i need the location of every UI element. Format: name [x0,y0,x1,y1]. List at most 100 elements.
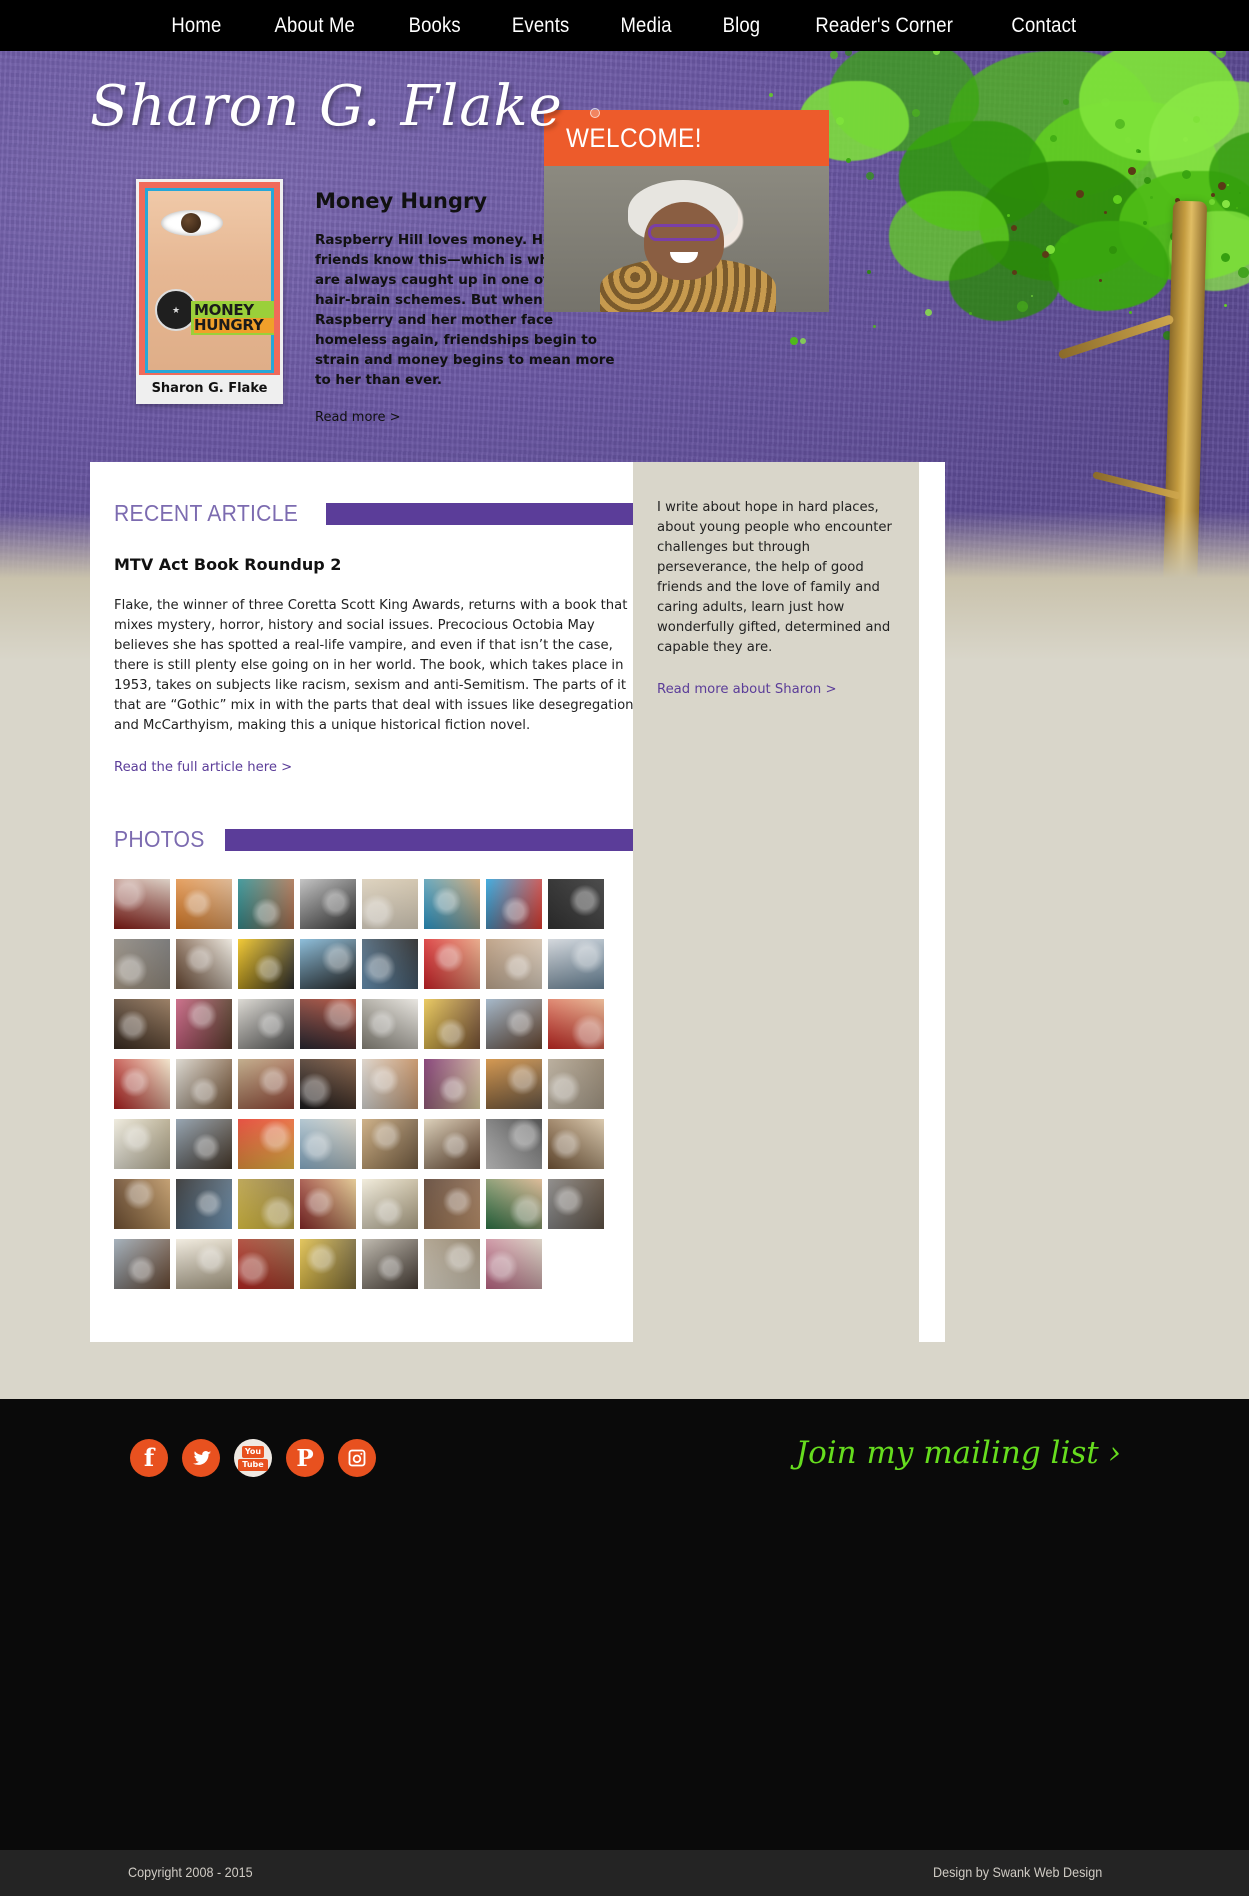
photo-typewriter[interactable] [238,999,294,1049]
feature-read-more-link[interactable]: Read more > [315,410,401,425]
pinterest-icon[interactable]: P [286,1439,324,1477]
photo-youth-group[interactable] [176,1179,232,1229]
nav-item-about-me[interactable]: About Me [255,0,374,51]
photo-laptop-sign[interactable] [486,1119,542,1169]
photo-sign-hope[interactable] [424,1059,480,1109]
photo-lighthouse[interactable] [300,1119,356,1169]
photo-author-speaking[interactable] [300,999,356,1049]
photo-author-pink-dress[interactable] [486,1239,542,1289]
photo-girl-with-book[interactable] [176,879,232,929]
photo-smiling-teen[interactable] [424,1179,480,1229]
nav-item-home[interactable]: Home [152,0,241,51]
photo-letter-page[interactable] [176,1239,232,1289]
photo-bookstore-event[interactable] [548,1119,604,1169]
photo-handheld-note[interactable] [362,1179,418,1229]
photo-author-portrait[interactable] [362,999,418,1049]
photo-quote-card[interactable] [424,1239,480,1289]
photo-yellow-sign[interactable] [238,1179,294,1229]
photo-books-on-desk[interactable] [114,999,170,1049]
design-credit-label: Design by Swank Web Design [933,1864,1102,1880]
photo-store-interior[interactable] [114,1179,170,1229]
photo-library-group[interactable] [238,1059,294,1109]
photo-thumb-detail [300,999,356,1049]
photo-reader-with-book[interactable] [424,999,480,1049]
photo-glasses-book-cover[interactable] [238,939,294,989]
photo-dancer-skyline[interactable] [362,939,418,989]
photo-thumb-detail [300,879,356,929]
photo-student-holding-book[interactable] [176,1059,232,1109]
photo-thumb-detail [424,999,480,1049]
photo-thumb-detail [300,939,356,989]
site-title: Sharon G. Flake [90,74,563,139]
photo-reading-session[interactable] [548,1059,604,1109]
photo-thumb-detail [486,1239,542,1289]
nav-item-blog[interactable]: Blog [703,0,779,51]
photo-cardboard-sign[interactable] [362,1119,418,1169]
photo-group-on-stage[interactable] [114,879,170,929]
book-cover-title-line2: HUNGRY [194,318,274,333]
instagram-icon[interactable] [338,1439,376,1477]
photo-thumb-detail [362,1239,418,1289]
nav-item-contact[interactable]: Contact [992,0,1096,51]
photo-woman-bookshelf[interactable] [176,939,232,989]
recent-article-heading-bar [326,503,634,525]
design-credit[interactable]: Design by Swank Web Design [933,1864,1121,1880]
about-sharon-link[interactable]: Read more about Sharon > [657,682,837,697]
photo-fan-sign[interactable] [238,1119,294,1169]
copyright-label: Copyright 2008 - 2015 [128,1864,253,1880]
photo-two-readers[interactable] [486,999,542,1049]
welcome-heading-text: WELCOME! [566,123,702,154]
photo-thumb-detail [238,939,294,989]
photo-family-group[interactable] [176,1119,232,1169]
photo-signing-table[interactable] [486,939,542,989]
photo-kids-raising-books[interactable] [362,1059,418,1109]
photo-teen-with-book[interactable] [424,1119,480,1169]
right-column: I write about hope in hard places, about… [633,462,919,1342]
book-cover-title: MONEY HUNGRY [191,301,274,335]
photo-dancer-waterfront[interactable] [300,939,356,989]
photo-classroom-group[interactable] [424,879,480,929]
photo-octobia-may-cover[interactable] [114,1059,170,1109]
photo-girl-and-author[interactable] [424,939,480,989]
book-cover-image[interactable]: ★ MONEY HUNGRY Sharon G. Flake [136,179,283,404]
photo-bw-portrait[interactable] [300,879,356,929]
photo-thumb-detail [176,1239,232,1289]
photo-thumb-detail [362,1119,418,1169]
photo-unstoppable-poster[interactable] [486,879,542,929]
photo-thumb-detail [114,1179,170,1229]
photo-girl-green-shirt[interactable] [486,1179,542,1229]
photo-thumb-detail [300,1179,356,1229]
photo-yellow-sweater[interactable] [300,1239,356,1289]
recent-article-heading: RECENT ARTICLE [114,500,634,527]
author-bio-text: I write about hope in hard places, about… [657,498,895,658]
photo-woman-dark-top[interactable] [300,1059,356,1109]
nav-item-media[interactable]: Media [602,0,692,51]
photo-boy-red-shirt[interactable] [238,1239,294,1289]
nav-item-events[interactable]: Events [493,0,589,51]
photo-chalkboard[interactable] [548,879,604,929]
photo-event-attendees[interactable] [486,1059,542,1109]
photo-handwritten-note[interactable] [362,879,418,929]
photo-students-reading[interactable] [548,939,604,989]
facebook-icon[interactable]: f [130,1439,168,1477]
photo-book-display[interactable] [300,1179,356,1229]
photo-selfie-pair[interactable] [114,1239,170,1289]
nav-item-books[interactable]: Books [389,0,480,51]
photo-thumb-detail [114,1059,170,1109]
photo-young-woman[interactable] [362,1239,418,1289]
photo-handwritten-sign[interactable] [114,1119,170,1169]
youtube-icon[interactable]: You Tube [234,1439,272,1477]
photo-knit-hat-portrait[interactable] [548,1179,604,1229]
photo-woman-teal-top[interactable] [238,879,294,929]
photo-gallery-grid [114,879,618,1289]
photo-group-red-wall[interactable] [548,999,604,1049]
photo-thumb-detail [424,1179,480,1229]
photo-two-women-smiling[interactable] [176,999,232,1049]
twitter-icon[interactable] [182,1439,220,1477]
photo-thumb-detail [114,939,170,989]
photo-dog-laptop[interactable] [114,939,170,989]
article-full-link[interactable]: Read the full article here > [114,760,292,775]
article-body: Flake, the winner of three Coretta Scott… [114,596,634,736]
nav-item-reader-s-corner[interactable]: Reader's Corner [796,0,972,51]
mailing-list-link[interactable]: Join my mailing list › [796,1435,1121,1471]
